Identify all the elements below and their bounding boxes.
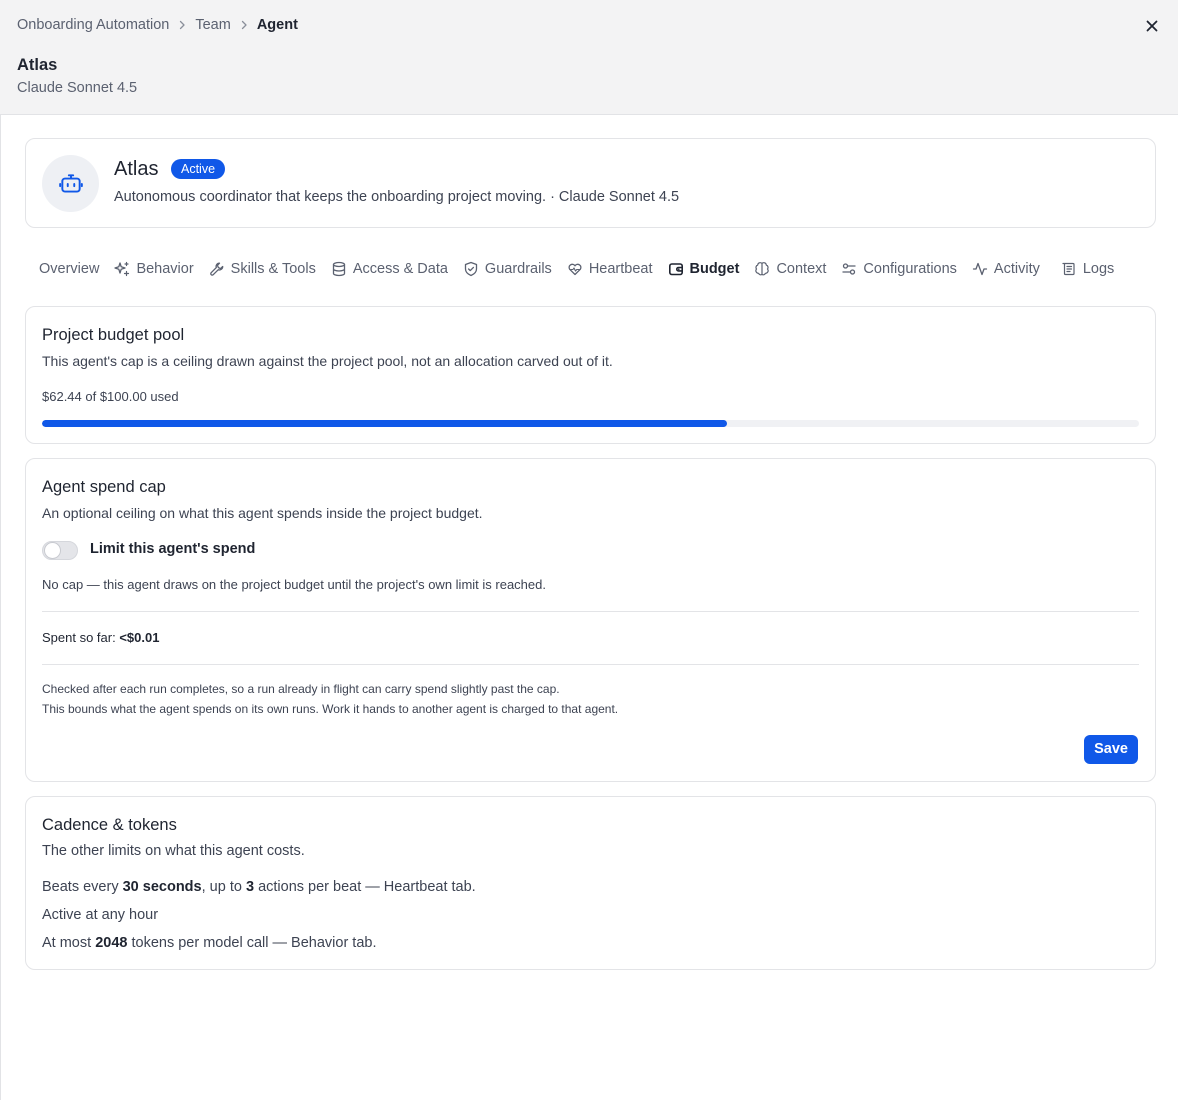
tab-logs[interactable]: Logs <box>1061 261 1114 277</box>
avatar <box>42 155 99 212</box>
cadence-subtitle: The other limits on what this agent cost… <box>42 843 305 859</box>
beats-line: Beats every 30 seconds, up to 3 actions … <box>42 879 476 895</box>
chevron-right-icon <box>169 20 195 30</box>
tokens-value: 2048 <box>95 935 128 951</box>
tab-guardrails[interactable]: Guardrails <box>463 261 552 277</box>
page-title: Atlas <box>17 56 58 74</box>
beats-actions: 3 <box>245 879 255 895</box>
logs-icon <box>1061 261 1077 277</box>
brain-icon <box>754 261 770 277</box>
tokens-prefix: At most <box>42 935 92 951</box>
tab-access-data[interactable]: Access & Data <box>331 261 448 277</box>
sliders-icon <box>841 261 857 277</box>
beats-interval: 30 seconds <box>122 879 202 895</box>
tab-context[interactable]: Context <box>754 261 826 277</box>
cadence-tokens-card: Cadence & tokens The other limits on wha… <box>25 796 1156 970</box>
budget-pool-subtitle: This agent's cap is a ceiling drawn agai… <box>42 353 613 369</box>
no-cap-text: No cap — this agent draws on the project… <box>42 577 546 592</box>
cap-note-2: This bounds what the agent spends on its… <box>42 702 619 716</box>
tab-label: Behavior <box>136 261 194 277</box>
breadcrumb-current: Agent <box>256 17 298 33</box>
tab-label: Skills & Tools <box>230 261 316 277</box>
beats-suffix: actions per beat — Heartbeat tab. <box>258 879 476 895</box>
tab-overview[interactable]: Overview <box>39 261 99 277</box>
tab-label: Configurations <box>863 261 957 277</box>
beats-mid: , up to <box>201 879 242 895</box>
sparkles-icon <box>114 261 130 277</box>
tab-label: Heartbeat <box>588 261 653 277</box>
tab-budget[interactable]: Budget <box>668 261 740 277</box>
budget-usage-text: $62.44 of $100.00 used <box>42 389 179 404</box>
breadcrumb: Onboarding Automation Team Agent <box>17 17 298 33</box>
shield-icon <box>463 261 479 277</box>
activity-icon <box>972 261 988 277</box>
close-button[interactable] <box>1142 16 1162 36</box>
database-icon <box>331 261 347 277</box>
agent-detail-panel: Onboarding Automation Team Agent Atlas C… <box>0 0 1178 1100</box>
tab-label: Access & Data <box>352 261 448 277</box>
breadcrumb-team[interactable]: Team <box>195 17 230 33</box>
spent-value: <$0.01 <box>119 630 160 645</box>
limit-spend-label: Limit this agent's spend <box>90 541 256 557</box>
panel-content: Atlas Active Autonomous coordinator that… <box>0 115 1178 1100</box>
budget-pool-title: Project budget pool <box>42 326 185 344</box>
active-hours-line: Active at any hour <box>42 907 159 923</box>
tab-configurations[interactable]: Configurations <box>841 261 957 277</box>
agent-description: Autonomous coordinator that keeps the on… <box>114 189 680 205</box>
spent-label: Spent so far: <box>42 630 116 645</box>
tab-label: Overview <box>39 261 100 277</box>
heart-pulse-icon <box>567 261 583 277</box>
cadence-title: Cadence & tokens <box>42 816 177 834</box>
tab-bar: Overview Behavior Skills & Tools Access … <box>39 259 1129 279</box>
agent-summary-card: Atlas Active Autonomous coordinator that… <box>25 138 1156 228</box>
tab-label: Logs <box>1082 261 1115 277</box>
spend-cap-subtitle: An optional ceiling on what this agent s… <box>42 505 483 521</box>
cap-note-1: Checked after each run completes, so a r… <box>42 682 560 696</box>
tab-label: Context <box>776 261 827 277</box>
wrench-icon <box>209 261 225 277</box>
close-icon <box>1146 20 1158 32</box>
agent-name: Atlas <box>114 158 159 180</box>
tab-behavior[interactable]: Behavior <box>114 261 194 277</box>
chevron-right-icon <box>231 20 257 30</box>
budget-progress-fill <box>42 420 727 427</box>
divider <box>42 611 1139 612</box>
page-subtitle: Claude Sonnet 4.5 <box>17 80 138 96</box>
limit-spend-toggle[interactable] <box>42 541 78 560</box>
budget-pool-card: Project budget pool This agent's cap is … <box>25 306 1156 444</box>
toggle-knob <box>45 543 60 558</box>
spent-so-far: Spent so far: <$0.01 <box>42 630 159 645</box>
robot-icon <box>58 173 83 193</box>
panel-header: Onboarding Automation Team Agent Atlas C… <box>0 0 1178 115</box>
tab-label: Activity <box>993 261 1040 277</box>
divider <box>42 664 1139 665</box>
tokens-suffix: tokens per model call — Behavior tab. <box>131 935 377 951</box>
spend-cap-card: Agent spend cap An optional ceiling on w… <box>25 458 1156 782</box>
tab-heartbeat[interactable]: Heartbeat <box>567 261 653 277</box>
tab-label: Budget <box>689 261 740 277</box>
tab-label: Guardrails <box>484 261 552 277</box>
tokens-line: At most 2048 tokens per model call — Beh… <box>42 935 377 951</box>
tab-activity[interactable]: Activity <box>972 261 1040 277</box>
spend-cap-title: Agent spend cap <box>42 478 166 496</box>
save-button[interactable]: Save <box>1084 735 1138 764</box>
status-badge: Active <box>171 159 226 179</box>
beats-prefix: Beats every <box>42 879 119 895</box>
breadcrumb-project[interactable]: Onboarding Automation <box>17 17 169 33</box>
budget-progress-bar <box>42 420 1139 427</box>
wallet-icon <box>668 261 684 277</box>
tab-skills-tools[interactable]: Skills & Tools <box>209 261 316 277</box>
